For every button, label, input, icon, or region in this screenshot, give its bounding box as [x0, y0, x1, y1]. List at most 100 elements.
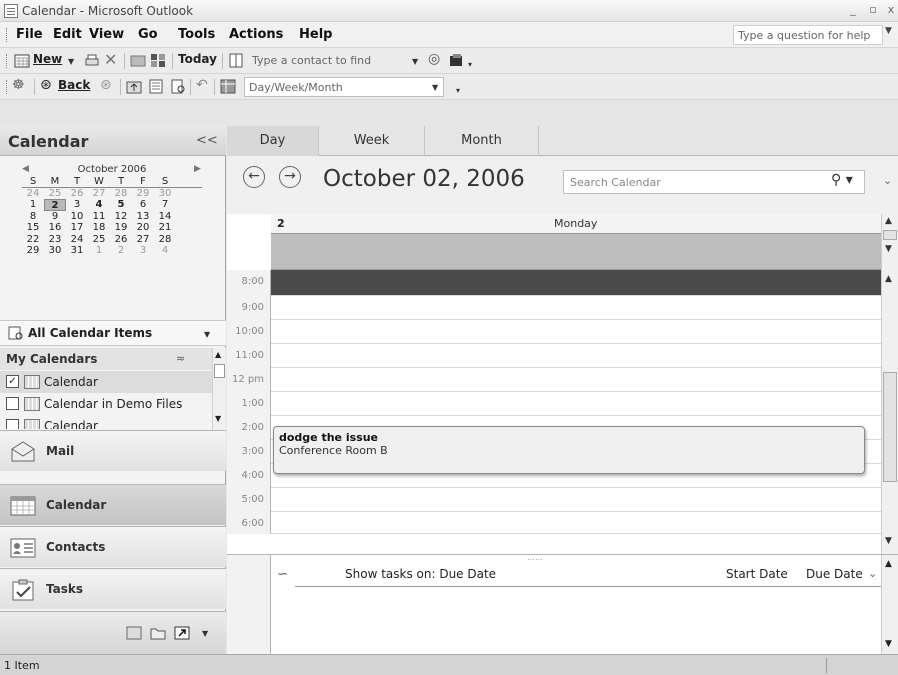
day-cell[interactable]: 10 — [66, 211, 88, 223]
calendar-list-item[interactable]: Calendar in Demo Files — [0, 393, 212, 415]
day-cell[interactable]: 1 — [22, 199, 44, 211]
current-view-select[interactable]: Day/Week/Month — [244, 77, 444, 97]
day-cell[interactable]: 4 — [88, 199, 110, 211]
categorize-icon[interactable] — [150, 53, 166, 68]
day-cell[interactable]: 21 — [154, 222, 176, 234]
day-cell[interactable]: 27 — [88, 188, 110, 200]
day-cell[interactable]: 4 — [154, 245, 176, 257]
collapse-pane-icon[interactable]: << — [196, 133, 218, 148]
close-button[interactable]: x — [884, 3, 898, 17]
chevron-down-icon[interactable]: ▼ — [412, 57, 418, 66]
find-contact-input[interactable]: Type a contact to find — [248, 51, 408, 71]
scroll-up-icon[interactable]: ▲ — [885, 216, 892, 226]
options-icon[interactable] — [448, 53, 464, 68]
toolbar-options-icon[interactable]: ▾ — [456, 86, 460, 95]
outlook-today-icon[interactable]: ☸ — [12, 77, 25, 95]
scroll-thumb[interactable] — [214, 364, 225, 378]
help-icon[interactable]: ◎ — [428, 51, 440, 69]
day-cell[interactable]: 14 — [154, 211, 176, 223]
calendar-list-item[interactable]: Calendar — [0, 415, 212, 429]
nav-contacts-button[interactable]: Contacts — [0, 526, 226, 567]
tab-month[interactable]: Month — [425, 126, 539, 156]
new-button[interactable]: New — [33, 52, 62, 70]
menu-view[interactable]: View — [89, 27, 124, 42]
toolbar-options-icon[interactable]: ▾ — [468, 60, 472, 69]
configure-buttons-icon[interactable]: ▼ — [202, 629, 208, 638]
day-cell[interactable]: 11 — [88, 211, 110, 223]
scroll-thumb[interactable] — [883, 230, 897, 240]
search-calendar-input[interactable]: Search Calendar — [563, 170, 865, 194]
tab-week[interactable]: Week — [319, 126, 425, 156]
day-cell[interactable]: 1 — [88, 245, 110, 257]
next-month-icon[interactable]: ▶ — [194, 164, 201, 174]
search-icon[interactable]: ⚲ ▾ — [831, 172, 853, 188]
day-cell[interactable]: 9 — [44, 211, 66, 223]
undo-icon[interactable]: ↶ — [196, 77, 208, 95]
scroll-up-icon[interactable]: ▲ — [215, 350, 221, 359]
day-cell[interactable]: 13 — [132, 211, 154, 223]
day-cell[interactable]: 17 — [66, 222, 88, 234]
calendar-list-item[interactable]: ✓ Calendar — [0, 371, 212, 393]
nav-mail-button[interactable]: Mail — [0, 430, 226, 471]
all-day-events-area[interactable] — [271, 234, 881, 270]
day-cell[interactable]: 16 — [44, 222, 66, 234]
day-cell[interactable]: 20 — [132, 222, 154, 234]
address-book-icon[interactable] — [228, 53, 244, 68]
day-cell[interactable]: 25 — [44, 188, 66, 200]
folder-icon[interactable] — [150, 626, 166, 640]
back-button[interactable]: Back — [58, 78, 90, 96]
delete-icon[interactable]: ✕ — [104, 50, 117, 69]
day-cell[interactable]: 28 — [154, 234, 176, 246]
view-grid-icon[interactable] — [220, 79, 236, 94]
scroll-up-icon[interactable]: ▲ — [885, 559, 892, 569]
day-cell[interactable]: 26 — [110, 234, 132, 246]
chevron-down-icon[interactable]: ⌄ — [868, 567, 877, 580]
nav-tasks-button[interactable]: Tasks — [0, 568, 226, 609]
day-cell[interactable]: 8 — [22, 211, 44, 223]
back-day-icon[interactable]: ← — [243, 166, 265, 188]
day-cell[interactable]: 28 — [110, 188, 132, 200]
show-tasks-label[interactable]: Show tasks on: Due Date — [345, 567, 496, 581]
scroll-up-icon[interactable]: ▲ — [885, 274, 892, 284]
move-to-folder-icon[interactable] — [130, 53, 146, 68]
day-cell[interactable]: 27 — [132, 234, 154, 246]
menu-edit[interactable]: Edit — [53, 27, 82, 42]
shortcuts-icon[interactable] — [174, 626, 190, 640]
day-cell[interactable]: 24 — [66, 234, 88, 246]
task-sort-icon[interactable]: ∽ — [277, 567, 288, 582]
chevron-down-icon[interactable]: ▼ — [432, 83, 438, 92]
menu-file[interactable]: File — [16, 27, 43, 42]
time-slot[interactable] — [271, 512, 881, 534]
day-cell[interactable]: 29 — [22, 245, 44, 257]
time-slot[interactable] — [271, 368, 881, 392]
time-slot[interactable] — [271, 344, 881, 368]
time-slot[interactable] — [271, 270, 881, 296]
forward-icon[interactable]: ⊛ — [100, 77, 112, 95]
day-cell[interactable]: 3 — [66, 199, 88, 211]
day-cell[interactable]: 25 — [88, 234, 110, 246]
selected-day-cell[interactable]: 2 — [44, 199, 66, 211]
scroll-down-icon[interactable]: ▼ — [885, 639, 892, 649]
calendar-list-scrollbar[interactable]: ▲ ▼ — [212, 348, 226, 430]
menu-go[interactable]: Go — [138, 27, 158, 42]
day-cell[interactable]: 12 — [110, 211, 132, 223]
my-calendars-header[interactable]: My Calendars ≈ — [0, 348, 212, 370]
day-cell[interactable]: 30 — [154, 188, 176, 200]
collapse-section-icon[interactable]: ≈ — [176, 352, 185, 365]
menu-help[interactable]: Help — [299, 27, 332, 42]
scroll-down-icon[interactable]: ▼ — [215, 414, 221, 423]
day-cell[interactable]: 19 — [110, 222, 132, 234]
notes-icon[interactable] — [126, 626, 142, 640]
today-button[interactable]: Today — [178, 52, 217, 70]
forward-day-icon[interactable]: → — [279, 166, 301, 188]
day-cell[interactable]: 18 — [88, 222, 110, 234]
day-cell[interactable]: 30 — [44, 245, 66, 257]
menu-tools[interactable]: Tools — [178, 27, 215, 42]
chevron-down-icon[interactable]: ▼ — [68, 57, 74, 66]
day-cell[interactable]: 7 — [154, 199, 176, 211]
restore-button[interactable]: ▫ — [866, 3, 880, 17]
folder-list-icon[interactable] — [148, 79, 164, 94]
menu-actions[interactable]: Actions — [229, 27, 283, 42]
task-list-scrollbar[interactable]: ▲ ▼ — [881, 555, 898, 655]
due-date-column[interactable]: Due Date — [806, 567, 863, 581]
